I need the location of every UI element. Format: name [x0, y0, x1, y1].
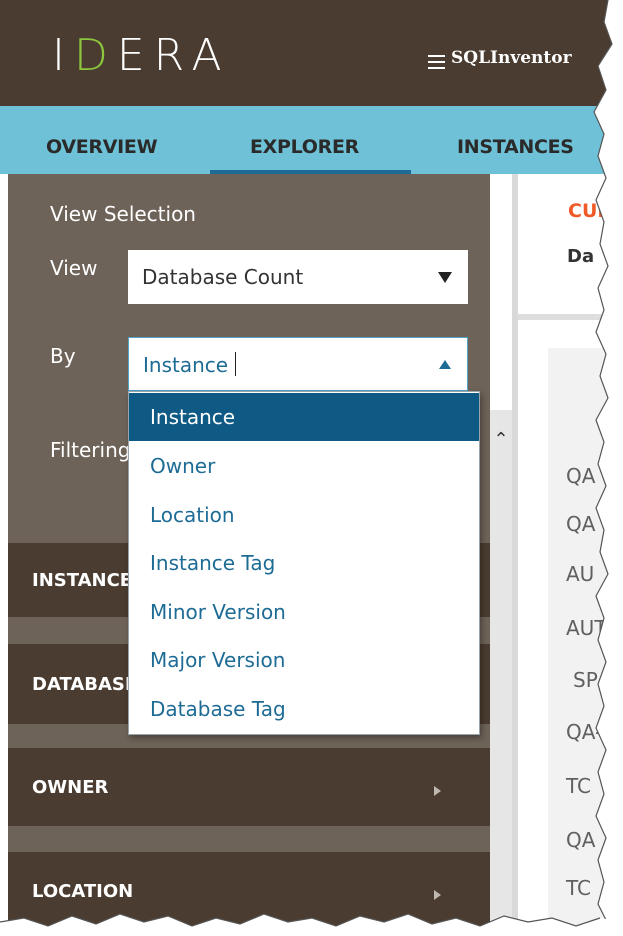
top-bar: IDERA SQLInventor: [0, 0, 623, 106]
idera-logo[interactable]: IDERA: [52, 34, 231, 78]
section-location-label: LOCATION: [32, 881, 134, 902]
by-label: By: [50, 344, 76, 368]
chevron-right-icon: [434, 786, 441, 796]
content-header: CUR Da: [518, 174, 623, 314]
option-database-tag[interactable]: Database Tag: [129, 685, 479, 733]
option-location[interactable]: Location: [129, 491, 479, 539]
list-item[interactable]: QA: [566, 512, 595, 536]
tab-overview[interactable]: OVERVIEW: [46, 136, 158, 158]
scroll-up-arrow-icon[interactable]: ⌃: [493, 431, 509, 449]
view-select[interactable]: Database Count: [128, 250, 468, 304]
list-item[interactable]: QA: [566, 464, 595, 488]
logo-letters-left: I: [52, 30, 74, 81]
list-item[interactable]: AU: [566, 562, 594, 586]
list-item[interactable]: AUT: [566, 616, 607, 640]
section-location[interactable]: LOCATION: [8, 852, 490, 936]
logo-letters-mid: D: [73, 30, 117, 81]
list-item[interactable]: QA-: [566, 720, 602, 744]
logo-letters-right: ERA: [116, 30, 231, 81]
tab-instances[interactable]: INSTANCES: [457, 136, 574, 158]
option-instance[interactable]: Instance: [129, 393, 479, 441]
list-item[interactable]: TC: [566, 774, 591, 798]
option-major-version[interactable]: Major Version: [129, 636, 479, 684]
option-owner[interactable]: Owner: [129, 442, 479, 490]
tab-bar: OVERVIEW EXPLORER INSTANCES: [0, 106, 623, 175]
by-select[interactable]: Instance: [128, 337, 468, 391]
by-select-value: Instance: [143, 353, 229, 377]
content-subheader: Da: [567, 246, 595, 267]
app-title[interactable]: SQLInventor: [451, 48, 572, 68]
caret-up-icon: [439, 360, 451, 369]
filtering-label: Filtering: [50, 438, 131, 462]
app-window: IDERA SQLInventor OVERVIEW EXPLORER INST…: [0, 0, 623, 936]
by-dropdown-list: Instance Owner Location Instance Tag Min…: [128, 391, 480, 735]
view-label: View: [50, 256, 98, 280]
section-owner[interactable]: OWNER: [8, 748, 490, 826]
option-minor-version[interactable]: Minor Version: [129, 588, 479, 636]
panel-scrollbar[interactable]: ⌃: [490, 410, 512, 936]
hamburger-menu-icon[interactable]: [428, 55, 445, 69]
list-item[interactable]: TC: [566, 876, 591, 900]
caret-down-icon: [438, 272, 452, 283]
content-separator: [518, 314, 623, 320]
instance-list: QA QA AU AUT SP QA- TC QA TC: [548, 348, 623, 936]
list-item[interactable]: QA: [566, 828, 595, 852]
view-selection-title: View Selection: [50, 202, 196, 226]
chevron-right-icon: [434, 890, 441, 900]
view-select-value: Database Count: [142, 265, 304, 289]
section-owner-label: OWNER: [32, 777, 109, 798]
current-label: CUR: [568, 200, 613, 222]
option-instance-tag[interactable]: Instance Tag: [129, 539, 479, 587]
text-cursor: [235, 352, 236, 376]
list-item[interactable]: SP: [573, 668, 598, 692]
tab-explorer[interactable]: EXPLORER: [250, 136, 359, 158]
